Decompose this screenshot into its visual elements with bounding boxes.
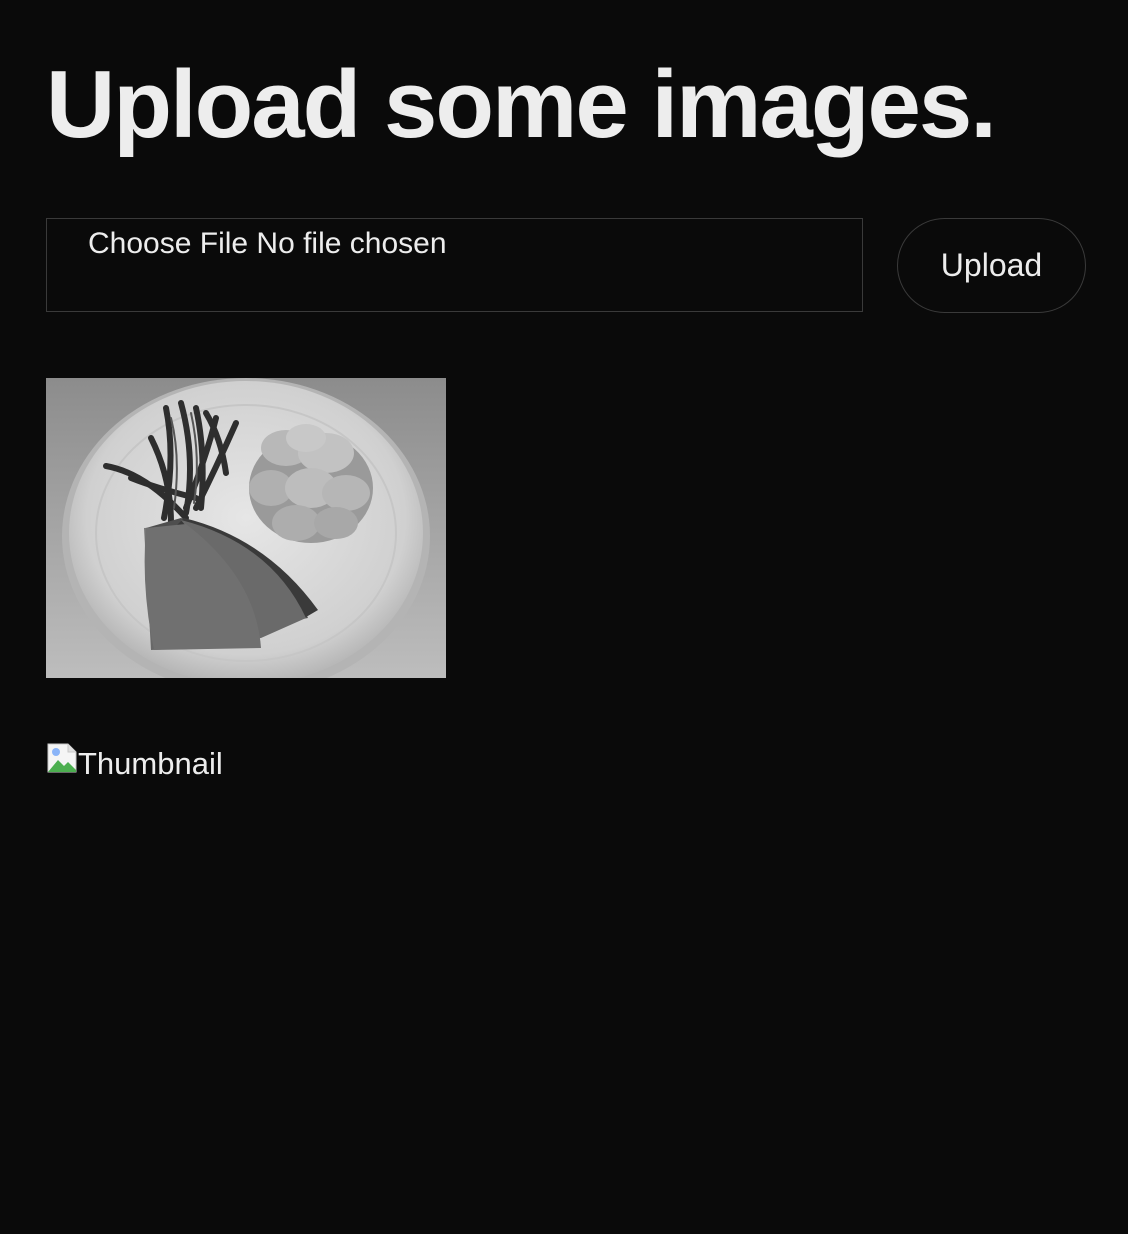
file-input[interactable]: Choose File No file chosen — [46, 218, 863, 312]
page-title: Upload some images. — [46, 51, 997, 158]
broken-thumbnail: Thumbnail — [46, 742, 223, 779]
thumbnail-alt-text: Thumbnail — [78, 746, 223, 781]
uploaded-image — [46, 378, 446, 678]
upload-button[interactable]: Upload — [897, 218, 1086, 313]
file-input-label[interactable]: Choose File No file chosen — [88, 227, 447, 261]
food-plate-photo — [46, 378, 446, 678]
broken-image-icon — [47, 743, 77, 773]
